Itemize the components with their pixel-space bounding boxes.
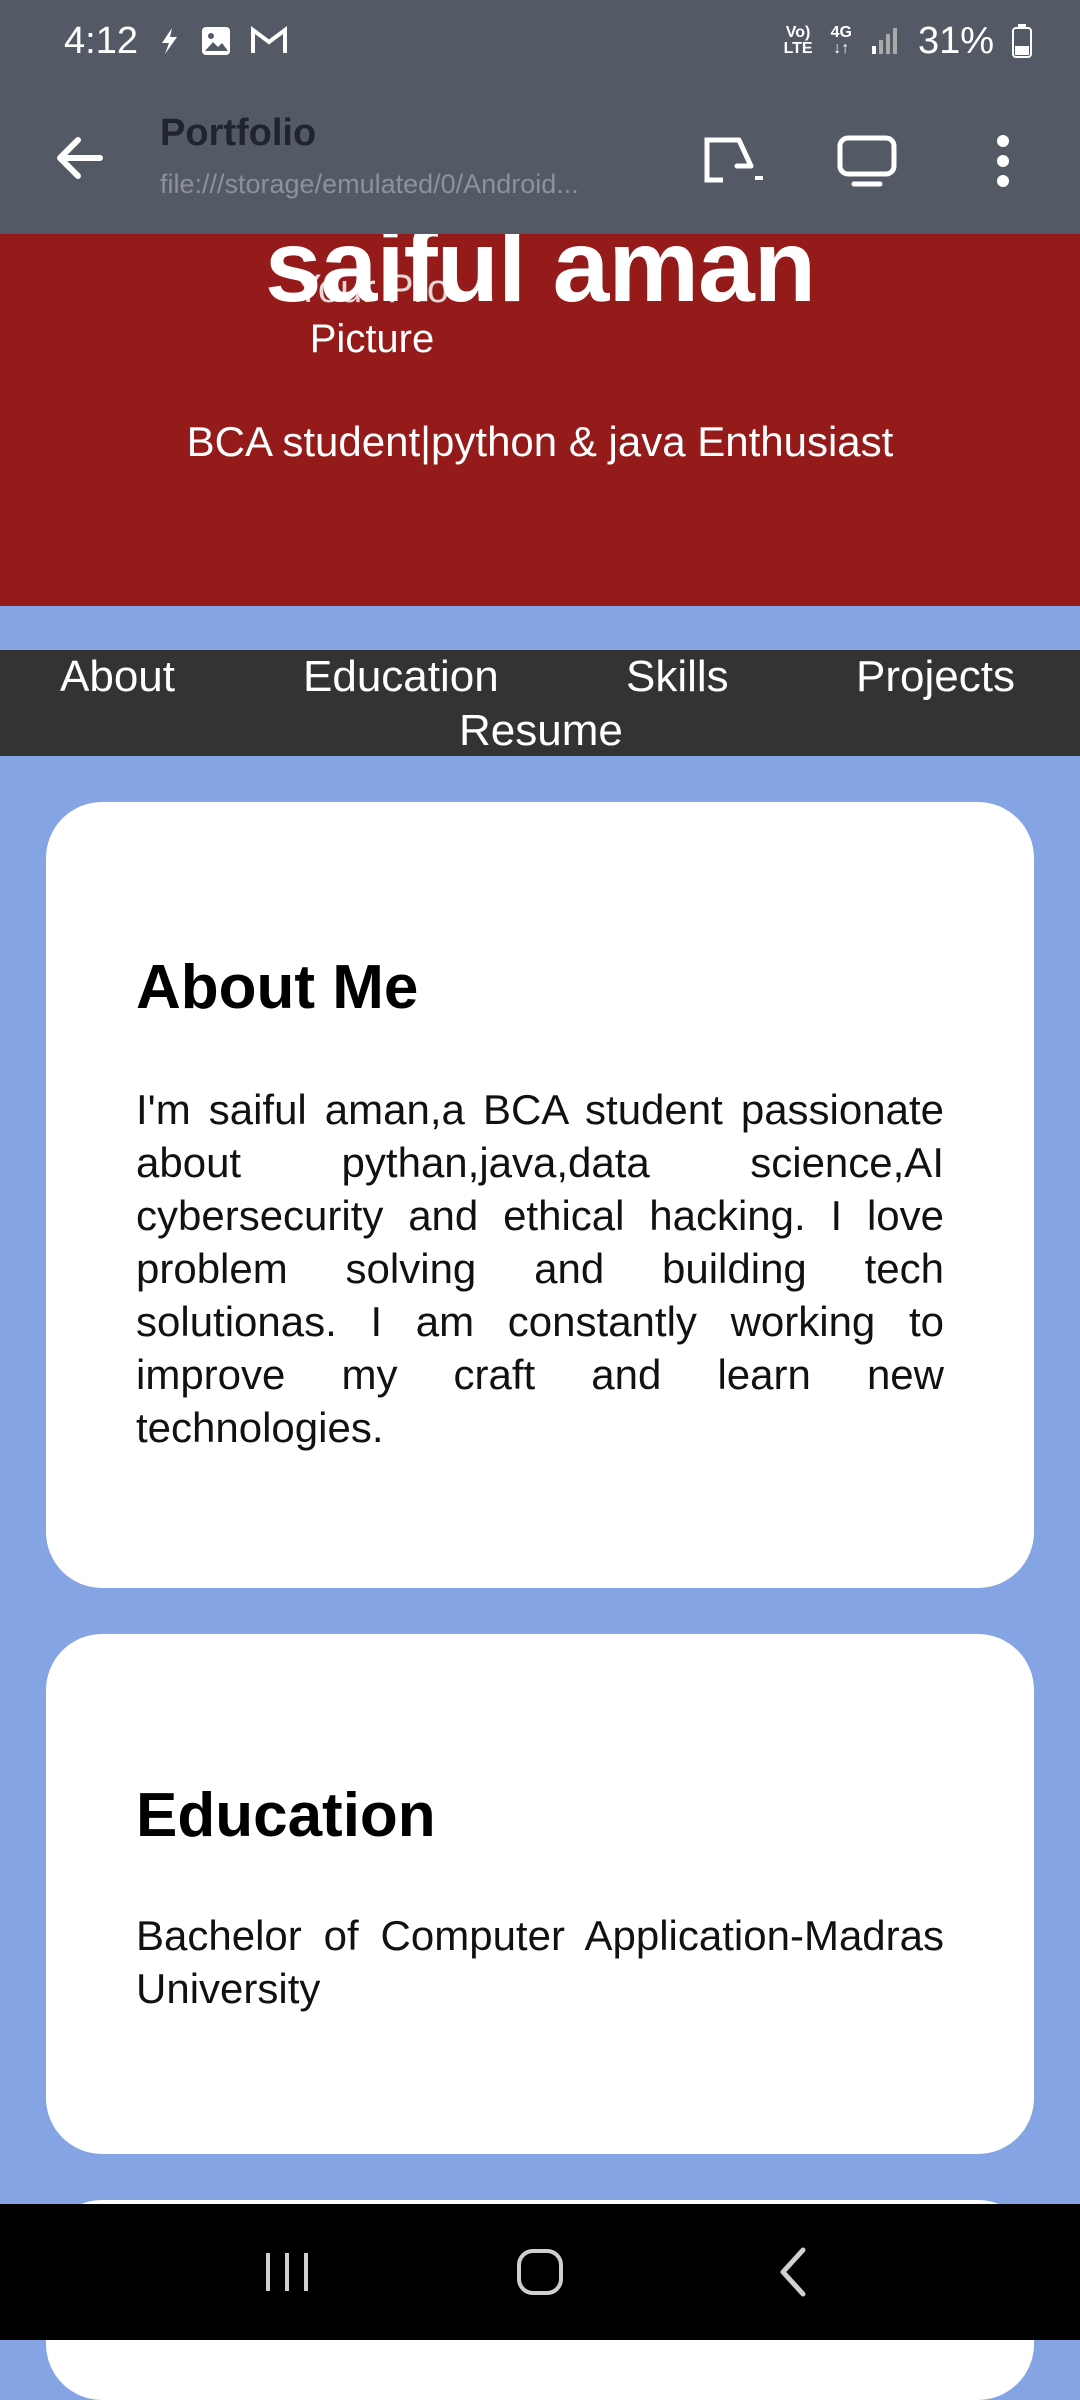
flash-icon [156,26,182,56]
monitor-icon [837,135,897,187]
nav-link-skills[interactable]: Skills [626,652,729,702]
page-title: Portfolio [160,112,317,154]
signal-icon [870,26,900,56]
education-text: Bachelor of Computer Application-Madras … [136,1912,944,2012]
status-time: 4:12 [64,19,138,62]
network-4g-indicator: 4G ↓↑ [830,24,852,57]
about-card: About Me I'm saiful aman,a BCA student p… [46,802,1034,1588]
volte-indicator: Vo) LTE [783,24,813,57]
page-title-block: Portfolio file:///storage/emulated/0/And… [160,112,630,200]
system-nav-bar [0,2204,1080,2340]
more-vertical-icon [997,135,1009,187]
recent-apps-icon [265,2253,308,2291]
hero-tagline: BCA student|python & java Enthusiast [186,418,894,465]
nav-link-projects[interactable]: Projects [856,652,1015,702]
home-button[interactable] [500,2232,580,2312]
nav-link-education[interactable]: Education [303,652,499,702]
more-options-button[interactable] [968,126,1038,196]
home-icon [516,2249,563,2295]
hero-name: saiful aman [264,234,816,323]
gallery-icon [200,25,232,57]
hero-section: Your Pro Picture saiful aman BCA student… [0,234,1080,606]
system-back-button[interactable] [753,2232,833,2312]
nav-link-about[interactable]: About [60,652,175,702]
battery-icon [1012,24,1032,58]
open-in-app-button[interactable] [700,126,770,196]
browser-toolbar: Portfolio file:///storage/emulated/0/And… [0,82,1080,234]
site-nav: About Education Skills Projects Resume [0,650,1080,756]
gmail-icon [250,26,288,56]
open-in-icon [704,137,763,183]
page-url: file:///storage/emulated/0/Android... [160,169,579,199]
status-left: 4:12 [64,20,288,63]
back-button[interactable] [48,126,112,190]
nav-link-resume[interactable]: Resume [459,706,623,756]
desktop-view-button[interactable] [832,126,902,196]
status-bar: 4:12 Vo) LTE 4G ↓↑ 31% [0,0,1080,82]
about-heading: About Me [136,953,419,1022]
about-text: I'm saiful aman,a BCA student passionate… [136,1086,944,1451]
chevron-left-icon [780,2247,806,2297]
education-card: Education Bachelor of Computer Applicati… [46,1634,1034,2154]
education-heading: Education [136,1781,436,1850]
back-arrow-icon [57,137,103,179]
status-right: Vo) LTE 4G ↓↑ 31% [784,20,1032,63]
battery-percent: 31% [917,19,994,62]
recent-apps-button[interactable] [247,2232,327,2312]
